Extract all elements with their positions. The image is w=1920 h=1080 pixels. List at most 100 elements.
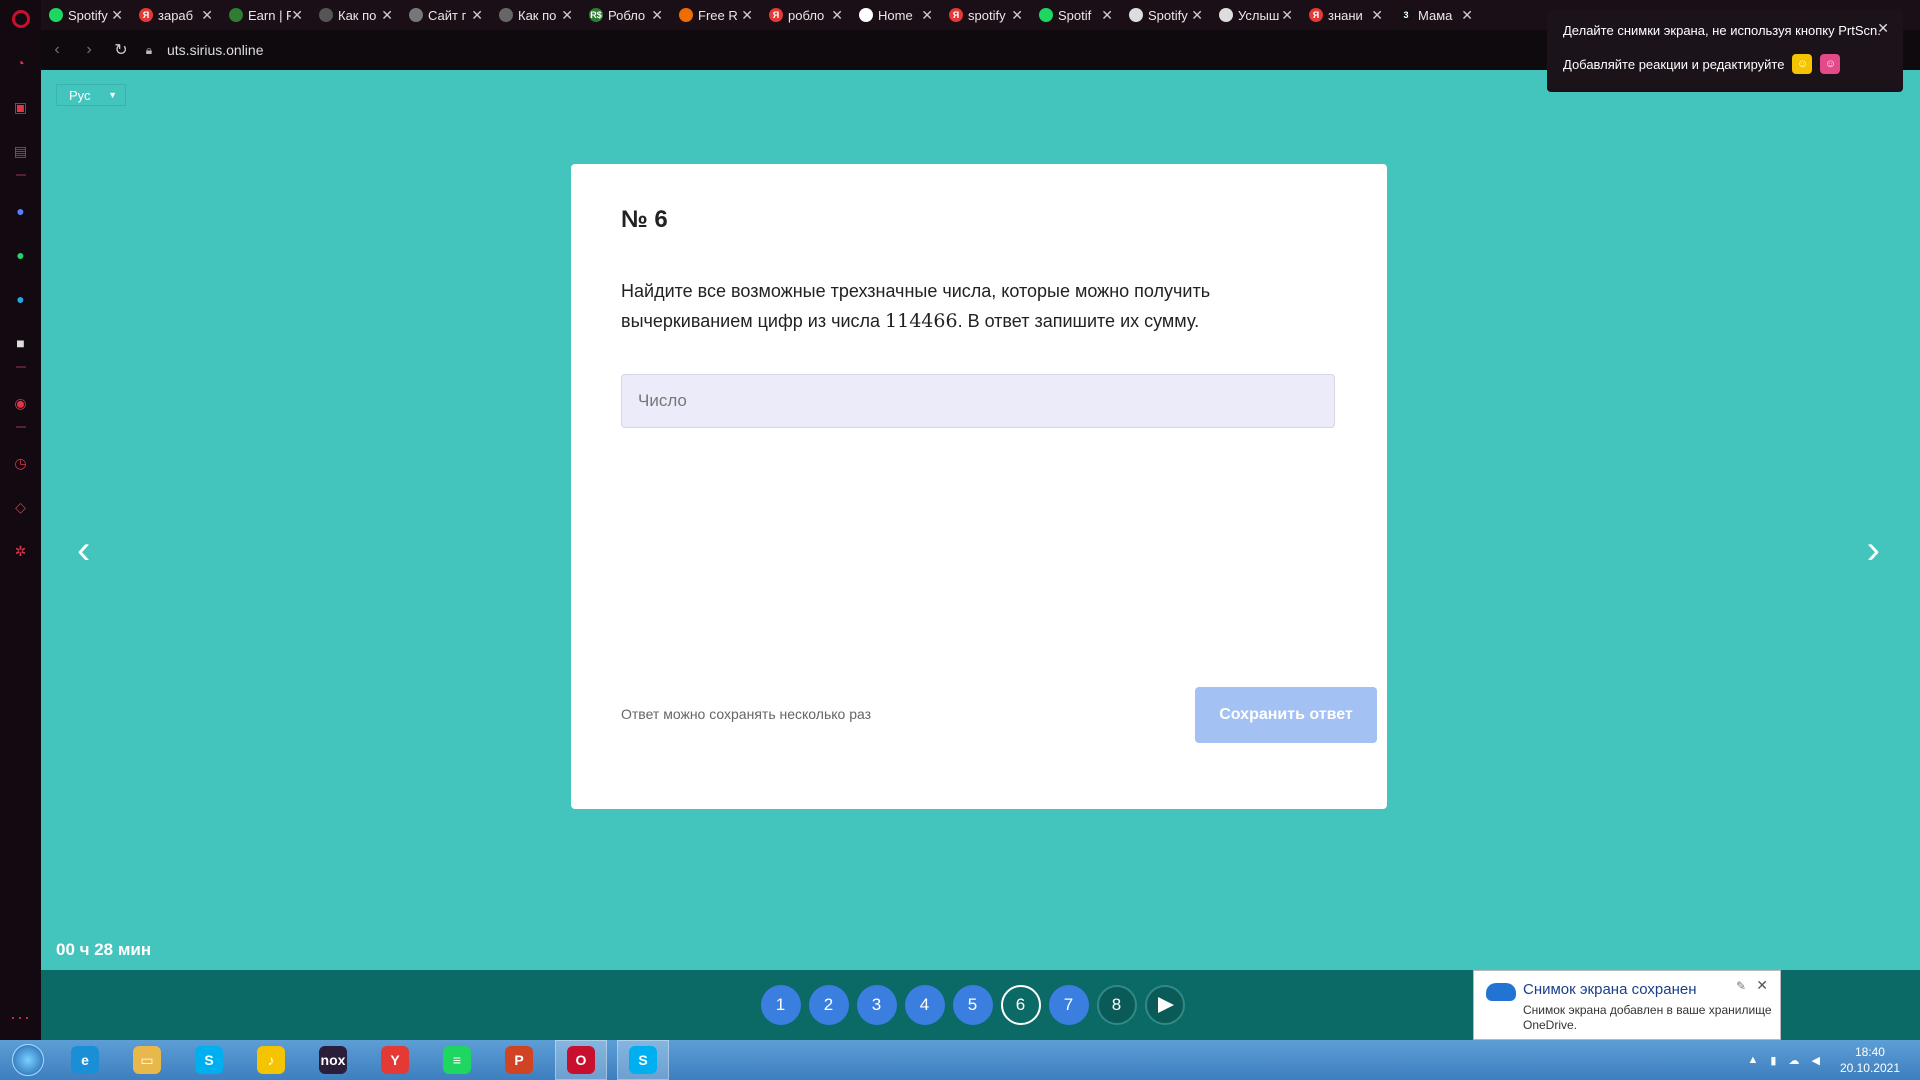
tab-close-icon[interactable]: ✕ xyxy=(1011,7,1023,24)
skype-icon: S xyxy=(195,1046,223,1074)
tab-favicon-icon xyxy=(499,8,513,22)
browser-tab[interactable]: Язнани ✕ xyxy=(1301,0,1391,30)
question-nav-button[interactable]: 8 xyxy=(1096,985,1137,1025)
taskbar-app-powerpoint[interactable]: P xyxy=(494,1041,544,1079)
tab-close-icon[interactable]: ✕ xyxy=(1281,7,1293,24)
question-nav-button[interactable]: 7 xyxy=(1048,985,1089,1025)
browser-tab[interactable]: Spotify ✕ xyxy=(1121,0,1211,30)
url-text[interactable]: uts.sirius.online xyxy=(167,42,264,58)
toast-close-icon[interactable]: ✕ xyxy=(1756,977,1768,994)
clock[interactable]: 18:40 20.10.2021 xyxy=(1840,1044,1900,1076)
back-arrow-icon[interactable]: ‹ xyxy=(41,41,73,59)
taskbar-app-spotify[interactable]: ≡ xyxy=(432,1041,482,1079)
tab-close-icon[interactable]: ✕ xyxy=(651,7,663,24)
sidebar-divider xyxy=(15,366,26,368)
network-icon[interactable]: ▮ xyxy=(1770,1054,1776,1067)
tab-close-icon[interactable]: ✕ xyxy=(1371,7,1383,24)
tab-close-icon[interactable]: ✕ xyxy=(831,7,843,24)
emoji-smile-icon[interactable]: ☺ xyxy=(1792,54,1813,74)
answer-input[interactable] xyxy=(621,374,1335,428)
tray-expand-icon[interactable]: ▲ xyxy=(1748,1054,1759,1066)
browser-tab[interactable]: Яробло ✕ xyxy=(761,0,851,30)
whatsapp-icon[interactable]: ● xyxy=(12,246,30,264)
tab-close-icon[interactable]: ✕ xyxy=(111,7,123,24)
taskbar-app-edge[interactable]: e xyxy=(60,1041,110,1079)
browser-tab[interactable]: Home ✕ xyxy=(851,0,941,30)
sidebar-divider xyxy=(15,426,26,428)
tab-close-icon[interactable]: ✕ xyxy=(561,7,573,24)
start-button-icon[interactable] xyxy=(12,1044,44,1076)
more-dots-icon[interactable]: ··· xyxy=(10,1007,31,1028)
lock-icon[interactable]: 🔒︎ xyxy=(137,43,161,58)
question-number: № 6 xyxy=(621,206,668,233)
question-text: Найдите все возможные трехзначные числа,… xyxy=(621,276,1301,336)
taskbar-app-nox[interactable]: nox xyxy=(308,1041,358,1079)
browser-tab[interactable]: Spotif ✕ xyxy=(1031,0,1121,30)
tab-close-icon[interactable]: ✕ xyxy=(741,7,753,24)
emoji-cat-icon[interactable]: ☺ xyxy=(1820,54,1841,74)
tab-title: Free R xyxy=(698,7,738,23)
taskbar-app-skype[interactable]: S xyxy=(184,1041,234,1079)
extensions-cube-icon[interactable]: ◇ xyxy=(12,498,30,516)
browser-tab[interactable]: Сайт г ✕ xyxy=(401,0,491,30)
taskbar-app-app-yellow[interactable]: ♪ xyxy=(246,1041,296,1079)
opera-sidebar: ◔ ▣ ▤ ● ● ● ■ ◉ ◷ ◇ ✲ ··· xyxy=(0,0,41,1040)
tab-close-icon[interactable]: ✕ xyxy=(291,7,303,24)
tab-close-icon[interactable]: ✕ xyxy=(1461,7,1473,24)
bag-icon[interactable]: ▣ xyxy=(12,98,30,116)
forward-arrow-icon[interactable]: › xyxy=(73,41,105,59)
volume-icon[interactable]: ◀ xyxy=(1811,1054,1819,1067)
taskbar-app-skype-active[interactable]: S xyxy=(617,1040,669,1080)
tab-close-icon[interactable]: ✕ xyxy=(1191,7,1203,24)
browser-tab[interactable]: Earn | F ✕ xyxy=(221,0,311,30)
browser-tab[interactable]: Free R ✕ xyxy=(671,0,761,30)
opera-logo-icon[interactable] xyxy=(11,10,30,28)
taskbar-app-explorer[interactable]: ▭ xyxy=(122,1041,172,1079)
twitch-icon[interactable]: ▤ xyxy=(12,142,30,160)
browser-tab[interactable]: R$ Робло ✕ xyxy=(581,0,671,30)
language-select[interactable]: Рус ▼ xyxy=(56,84,126,106)
browser-tab[interactable]: Язараб ✕ xyxy=(131,0,221,30)
discord-icon[interactable]: ■ xyxy=(12,334,30,352)
tab-close-icon[interactable]: ✕ xyxy=(1101,7,1113,24)
pin-icon[interactable]: ✎ xyxy=(1736,979,1746,993)
browser-tab[interactable]: Как по ✕ xyxy=(311,0,401,30)
browser-tab[interactable]: Яspotify ✕ xyxy=(941,0,1031,30)
yandex-icon: Y xyxy=(381,1046,409,1074)
finish-send-button[interactable] xyxy=(1144,985,1185,1025)
player-icon[interactable]: ◉ xyxy=(12,394,30,412)
onedrive-toast[interactable]: Снимок экрана сохранен Снимок экрана доб… xyxy=(1473,970,1781,1040)
question-nav-button[interactable]: 4 xyxy=(904,985,945,1025)
popup-close-icon[interactable]: ✕ xyxy=(1877,20,1889,37)
onedrive-tray-icon[interactable]: ☁ xyxy=(1788,1054,1799,1067)
tab-close-icon[interactable]: ✕ xyxy=(921,7,933,24)
prev-question-arrow-icon[interactable]: ‹ xyxy=(77,530,90,570)
browser-tab[interactable]: 3 Мама ✕ xyxy=(1391,0,1481,30)
tab-favicon-icon xyxy=(49,8,63,22)
telegram-icon[interactable]: ● xyxy=(12,290,30,308)
settings-gear-icon[interactable]: ✲ xyxy=(12,542,30,560)
question-nav-button[interactable]: 6 xyxy=(1000,985,1041,1025)
question-nav-button[interactable]: 1 xyxy=(760,985,801,1025)
history-icon[interactable]: ◷ xyxy=(12,454,30,472)
browser-tab[interactable]: Spotify ✕ xyxy=(41,0,131,30)
taskbar-app-yandex[interactable]: Y xyxy=(370,1041,420,1079)
speed-dial-icon[interactable]: ◔ xyxy=(12,54,30,72)
tab-favicon-icon xyxy=(1219,8,1233,22)
browser-tab[interactable]: Как по ✕ xyxy=(491,0,581,30)
messenger-icon[interactable]: ● xyxy=(12,202,30,220)
reload-icon[interactable]: ↻ xyxy=(105,40,137,60)
question-nav-button[interactable]: 2 xyxy=(808,985,849,1025)
tab-title: Как по xyxy=(338,7,377,23)
tab-title: Spotify xyxy=(1148,7,1188,23)
browser-tab[interactable]: Услыш ✕ xyxy=(1211,0,1301,30)
next-question-arrow-icon[interactable]: › xyxy=(1867,530,1880,570)
question-nav-button[interactable]: 5 xyxy=(952,985,993,1025)
tab-close-icon[interactable]: ✕ xyxy=(201,7,213,24)
question-nav-button[interactable]: 3 xyxy=(856,985,897,1025)
tab-close-icon[interactable]: ✕ xyxy=(471,7,483,24)
save-answer-button[interactable]: Сохранить ответ xyxy=(1195,687,1377,743)
tab-close-icon[interactable]: ✕ xyxy=(381,7,393,24)
taskbar-app-opera[interactable]: O xyxy=(555,1040,607,1080)
question-number-value: 114466 xyxy=(885,310,958,332)
